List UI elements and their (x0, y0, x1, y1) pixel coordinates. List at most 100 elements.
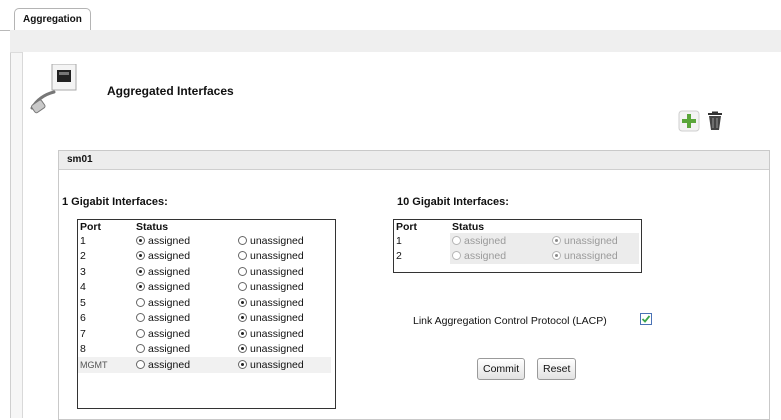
radio-label: assigned (148, 296, 191, 309)
assigned-radio: assigned (452, 235, 506, 247)
unassigned-radio[interactable]: unassigned (238, 312, 304, 324)
radio-label: unassigned (250, 312, 304, 325)
radio-label: unassigned (250, 358, 304, 371)
status-column-header: Status (136, 220, 169, 233)
port-cell: 8 (80, 343, 86, 356)
unassigned-radio[interactable]: unassigned (238, 250, 304, 262)
radio-button-icon (136, 266, 145, 276)
assigned-radio[interactable]: assigned (136, 297, 190, 309)
radio-label: assigned (148, 358, 191, 371)
lacp-checkbox[interactable] (640, 313, 652, 325)
radio-button-icon (238, 235, 247, 245)
radio-label: unassigned (250, 343, 304, 356)
commit-button[interactable]: Commit (477, 358, 526, 380)
port-cell: 5 (80, 296, 86, 309)
table-row: 5 assigned unassigned (78, 295, 331, 311)
assigned-radio[interactable]: assigned (136, 343, 190, 355)
port-cell: 3 (80, 265, 86, 278)
unassigned-radio[interactable]: unassigned (238, 343, 304, 355)
radio-button-icon (452, 251, 461, 261)
assigned-radio[interactable]: assigned (136, 235, 190, 247)
port-cell: 4 (80, 281, 86, 294)
assigned-radio[interactable]: assigned (136, 281, 190, 293)
radio-label: assigned (148, 343, 191, 356)
table-row: 4 assigned unassigned (78, 280, 331, 296)
radio-button-icon (136, 328, 145, 338)
port-cell: 1 (80, 234, 86, 247)
radio-label: unassigned (250, 234, 304, 247)
assigned-radio[interactable]: assigned (136, 250, 190, 262)
radio-button-icon (238, 266, 247, 276)
radio-label: assigned (148, 265, 191, 278)
unassigned-radio[interactable]: unassigned (238, 359, 304, 371)
checkmark-icon (641, 315, 651, 323)
radio-label: unassigned (250, 265, 304, 278)
radio-label: assigned (148, 312, 191, 325)
port-cell: 2 (80, 250, 86, 263)
radio-label: unassigned (564, 234, 618, 247)
table-row: 1 assigned unassigned (78, 233, 331, 249)
radio-label: assigned (464, 250, 507, 263)
panel-title: sm01 (67, 154, 93, 165)
assigned-radio[interactable]: assigned (136, 266, 190, 278)
reset-button[interactable]: Reset (537, 358, 577, 380)
page-title: Aggregated Interfaces (107, 84, 234, 98)
table-row: 1 assigned unassigned (394, 233, 639, 249)
one-gig-label: 1 Gigabit Interfaces: (62, 196, 168, 208)
radio-label: assigned (148, 234, 191, 247)
table-row: 3 assigned unassigned (78, 264, 331, 280)
radio-label: assigned (464, 234, 507, 247)
radio-button-icon (136, 359, 145, 369)
unassigned-radio[interactable]: unassigned (238, 281, 304, 293)
status-column-header: Status (452, 220, 485, 233)
table-row: 6 assigned unassigned (78, 311, 331, 327)
radio-button-icon (136, 344, 145, 354)
radio-button-icon (238, 328, 247, 338)
radio-button-icon (136, 251, 145, 261)
radio-button-icon (136, 235, 145, 245)
radio-button-icon (136, 282, 145, 292)
lacp-label: Link Aggregation Control Protocol (LACP) (413, 315, 607, 327)
radio-button-icon (238, 359, 247, 369)
table-row: 2 assigned unassigned (78, 249, 331, 265)
assigned-radio[interactable]: assigned (136, 312, 190, 324)
network-port-icon (30, 64, 77, 114)
radio-label: unassigned (250, 281, 304, 294)
assigned-radio[interactable]: assigned (136, 359, 190, 371)
assigned-radio[interactable]: assigned (136, 328, 190, 340)
table-row: 2 assigned unassigned (394, 248, 639, 264)
trash-can-icon[interactable] (704, 110, 726, 132)
frame-header-band (10, 30, 781, 53)
ten-gig-label: 10 Gigabit Interfaces: (397, 196, 509, 208)
ten-gig-table: Port Status 1 assigned unassigned 2 assigned… (393, 219, 642, 273)
radio-button-icon (552, 251, 561, 261)
port-cell: MGMT (78, 357, 134, 373)
panel-header: sm01 (59, 151, 769, 170)
port-cell: 7 (80, 327, 86, 340)
port-cell: 1 (396, 234, 402, 247)
unassigned-radio: unassigned (552, 250, 618, 262)
radio-button-icon (238, 344, 247, 354)
tab-aggregation[interactable]: Aggregation (14, 8, 91, 30)
port-cell: 6 (80, 312, 86, 325)
unassigned-radio[interactable]: unassigned (238, 297, 304, 309)
unassigned-radio[interactable]: unassigned (238, 328, 304, 340)
radio-button-icon (452, 235, 461, 245)
unassigned-radio[interactable]: unassigned (238, 235, 304, 247)
one-gig-table: Port Status 1 assigned unassigned 2 assigned… (77, 219, 336, 409)
radio-button-icon (552, 235, 561, 245)
radio-label: assigned (148, 327, 191, 340)
radio-button-icon (136, 313, 145, 323)
radio-label: unassigned (564, 250, 618, 263)
port-cell: 2 (396, 250, 402, 263)
unassigned-radio: unassigned (552, 235, 618, 247)
unassigned-radio[interactable]: unassigned (238, 266, 304, 278)
radio-button-icon (238, 313, 247, 323)
radio-button-icon (238, 251, 247, 261)
radio-label: unassigned (250, 250, 304, 263)
port-column-header: Port (396, 220, 417, 233)
port-column-header: Port (80, 220, 101, 233)
radio-button-icon (136, 297, 145, 307)
table-row: MGMT assigned unassigned (78, 357, 331, 373)
plus-icon[interactable] (678, 110, 700, 132)
